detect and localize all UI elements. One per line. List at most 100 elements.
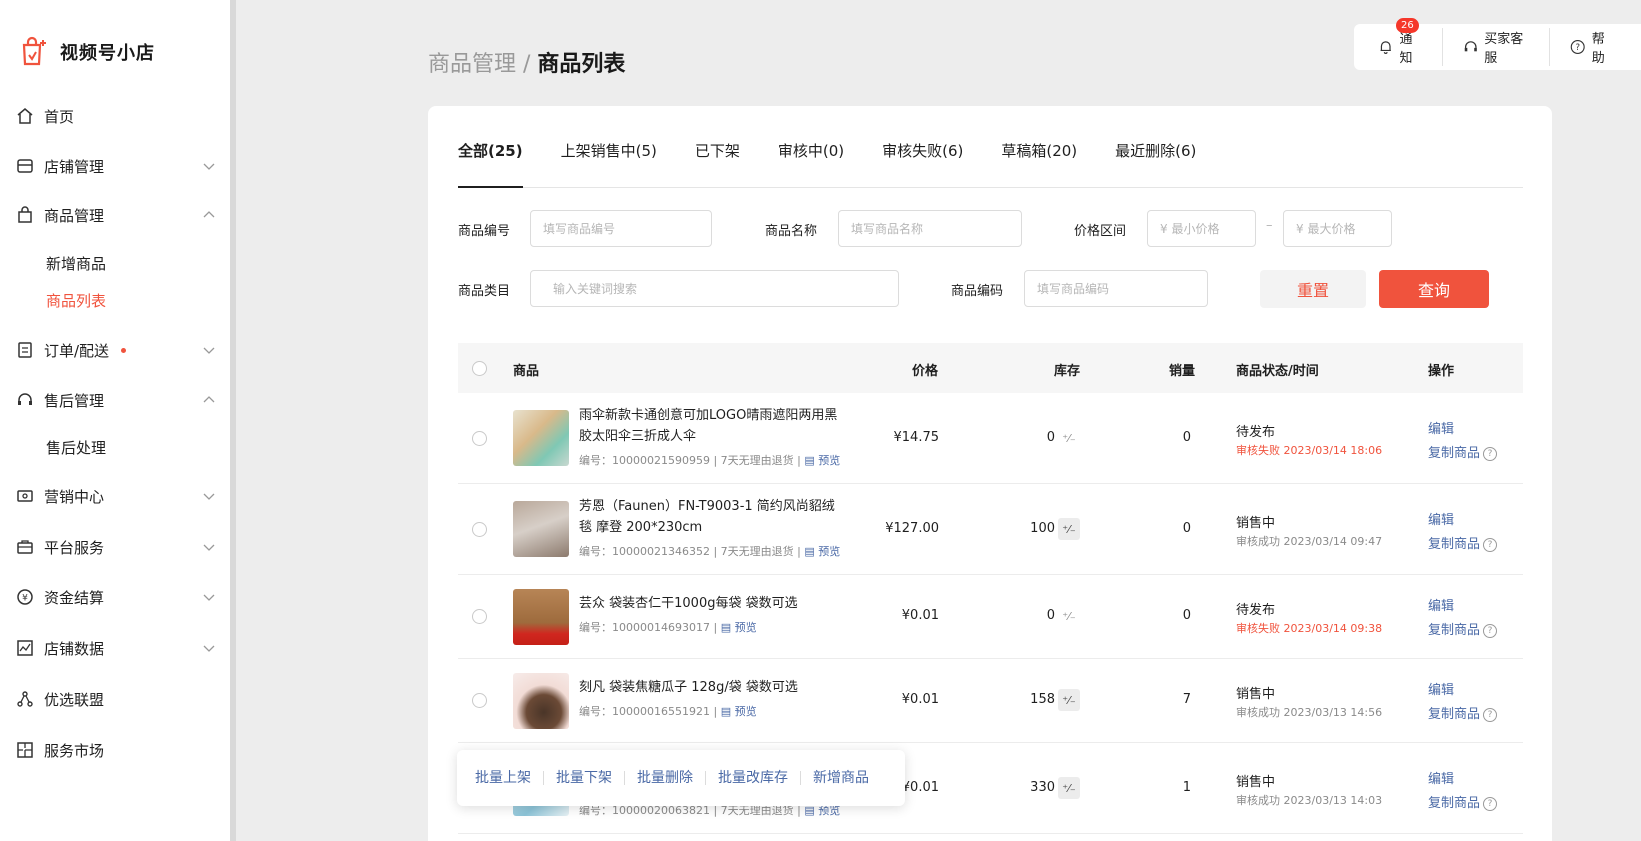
batch-delete-button[interactable]: 批量删除 [625, 771, 706, 785]
col-stock: 库存 [1054, 364, 1081, 379]
product-code-input[interactable]: 填写商品编码 [1024, 270, 1208, 307]
breadcrumb-parent[interactable]: 商品管理 [428, 52, 516, 77]
nav-home[interactable]: 首页 [16, 101, 216, 131]
help-icon[interactable]: ? [1483, 624, 1498, 638]
edit-link[interactable]: 编辑 [1428, 768, 1454, 787]
copy-product-link[interactable]: 复制商品? [1428, 442, 1498, 461]
nav-marketing[interactable]: 营销中心 [16, 481, 216, 511]
copy-label: 复制商品 [1428, 446, 1481, 461]
add-product-button[interactable]: 新增商品 [801, 771, 881, 785]
nav-sub-add-product[interactable]: 新增商品 [46, 253, 106, 274]
product-name[interactable]: 雨伞新款卡通创意可加LOGO晴雨遮阳两用黑胶太阳伞三折成人伞 [579, 405, 841, 447]
nav-product[interactable]: 商品管理 [16, 200, 216, 230]
copy-product-link[interactable]: 复制商品? [1428, 619, 1498, 638]
order-icon [18, 342, 32, 358]
help-icon[interactable]: ? [1483, 708, 1498, 722]
customer-service-button[interactable]: 买家客服 [1463, 28, 1551, 66]
notification-button[interactable]: 26 通知 [1378, 18, 1443, 66]
row-select-radio[interactable] [472, 431, 487, 446]
edit-link[interactable]: 编辑 [1428, 509, 1454, 528]
tab-off-shelf[interactable]: 已下架 [695, 140, 740, 188]
batch-unpublish-button[interactable]: 批量下架 [544, 771, 625, 785]
min-price-input[interactable]: ¥ 最小价格 [1147, 210, 1256, 247]
network-icon [17, 691, 33, 707]
help-icon[interactable]: ? [1483, 797, 1498, 811]
category-search-input[interactable]: 输入关键词搜索 [530, 270, 899, 307]
sales-value: 0 [1182, 430, 1191, 445]
status-text: 待发布 [1236, 425, 1276, 440]
product-thumbnail[interactable] [513, 410, 569, 466]
brand-name: 视频号小店 [60, 43, 155, 64]
preview-link[interactable]: ▤ 预览 [721, 621, 757, 634]
brand[interactable]: 视频号小店 [18, 36, 155, 68]
help-icon[interactable]: ? [1483, 447, 1498, 461]
stock-value: 0 [1046, 430, 1055, 445]
nav-union[interactable]: 优选联盟 [16, 684, 216, 714]
preview-label: 预览 [734, 621, 757, 634]
copy-product-link[interactable]: 复制商品? [1428, 792, 1498, 811]
help-button[interactable]: ? 帮助 [1570, 28, 1634, 66]
top-toolbar: 26 通知 买家客服 ? 帮助 [1354, 18, 1641, 70]
nav-label: 资金结算 [44, 588, 105, 607]
product-name[interactable]: 芸众 袋装杏仁干1000g每袋 袋数可选 [579, 593, 841, 614]
col-price: 价格 [912, 364, 939, 379]
stock-edit-icon[interactable]: ⁺⁄₋ [1058, 689, 1080, 711]
product-id-input[interactable]: 填写商品编号 [530, 210, 712, 247]
stock-value: 158 [1030, 692, 1055, 707]
row-select-radio[interactable] [472, 693, 487, 708]
reset-button[interactable]: 重置 [1260, 270, 1366, 308]
col-product: 商品 [513, 364, 540, 379]
batch-edit-stock-button[interactable]: 批量改库存 [706, 771, 801, 785]
edit-link[interactable]: 编辑 [1428, 418, 1454, 437]
nav-data[interactable]: 店铺数据 [16, 633, 216, 663]
nav-aftersale[interactable]: 售后管理 [16, 385, 216, 415]
edit-link[interactable]: 编辑 [1428, 595, 1454, 614]
nav-sub-product-list[interactable]: 商品列表 [46, 290, 106, 311]
tab-review-failed[interactable]: 审核失败(6) [882, 140, 963, 188]
nav-service-market[interactable]: 服务市场 [16, 735, 216, 765]
product-name[interactable]: 刻凡 袋装焦糖瓜子 128g/袋 袋数可选 [579, 677, 841, 698]
nav-shop[interactable]: 店铺管理 [16, 151, 216, 181]
batch-publish-button[interactable]: 批量上架 [475, 771, 544, 785]
category-label: 商品类目 [458, 284, 511, 299]
breadcrumb: 商品管理 / 商品列表 [428, 46, 625, 78]
nav-sub-aftersale[interactable]: 售后处理 [46, 437, 106, 458]
tab-on-sale[interactable]: 上架销售中(5) [561, 140, 657, 188]
headset-icon [1464, 41, 1477, 52]
stock-edit-icon[interactable]: ⁺⁄₋ [1058, 518, 1080, 540]
tab-recently-deleted[interactable]: 最近删除(6) [1115, 140, 1196, 188]
product-thumbnail[interactable] [513, 501, 569, 557]
query-button[interactable]: 查询 [1379, 270, 1489, 308]
preview-link[interactable]: ▤ 预览 [804, 454, 840, 467]
row-select-radio[interactable] [472, 522, 487, 537]
tab-drafts[interactable]: 草稿箱(20) [1001, 140, 1077, 188]
select-all-radio[interactable] [472, 361, 487, 376]
max-price-input[interactable]: ¥ 最大价格 [1283, 210, 1392, 247]
sales-value: 0 [1182, 608, 1191, 623]
chevron-down-icon [203, 347, 215, 354]
chart-icon [17, 640, 33, 656]
product-thumbnail[interactable] [513, 673, 569, 729]
price-range-label: 价格区间 [1074, 224, 1127, 239]
help-icon[interactable]: ? [1483, 538, 1498, 552]
nav-finance[interactable]: ¥ 资金结算 [16, 582, 216, 612]
edit-link[interactable]: 编辑 [1428, 679, 1454, 698]
product-name[interactable]: 芳恩（Faunen）FN-T9003-1 简约风尚貂绒毯 摩登 200*230c… [579, 496, 841, 538]
stock-edit-icon[interactable]: ⁺⁄₋ [1058, 427, 1080, 449]
headset-icon [18, 393, 32, 405]
product-name-input[interactable]: 填写商品名称 [838, 210, 1022, 247]
copy-product-link[interactable]: 复制商品? [1428, 703, 1498, 722]
nav-platform[interactable]: 平台服务 [16, 532, 216, 562]
tab-reviewing[interactable]: 审核中(0) [778, 140, 844, 188]
row-select-radio[interactable] [472, 609, 487, 624]
preview-link[interactable]: ▤ 预览 [804, 545, 840, 558]
stock-edit-icon[interactable]: ⁺⁄₋ [1058, 777, 1080, 799]
product-thumbnail[interactable] [513, 589, 569, 645]
preview-link[interactable]: ▤ 预览 [721, 705, 757, 718]
copy-product-link[interactable]: 复制商品? [1428, 533, 1498, 552]
price-range-dash: – [1266, 218, 1273, 233]
nav-order[interactable]: 订单/配送 [16, 335, 216, 365]
stock-edit-icon[interactable]: ⁺⁄₋ [1058, 605, 1080, 627]
page-title: 商品列表 [537, 52, 626, 77]
tab-all[interactable]: 全部(25) [458, 140, 523, 188]
